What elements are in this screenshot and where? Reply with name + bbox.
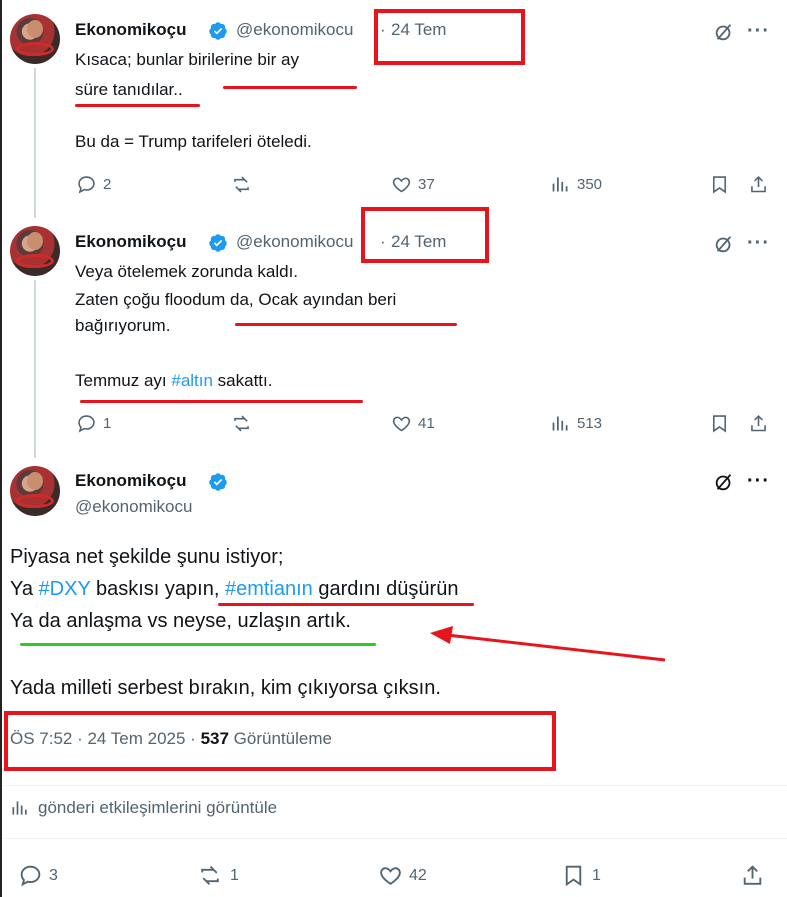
bookmark-icon[interactable] bbox=[709, 413, 730, 434]
divider bbox=[4, 838, 787, 839]
views-count: 350 bbox=[577, 176, 603, 193]
bookmark-count: 1 bbox=[592, 866, 601, 884]
like-count: 42 bbox=[409, 866, 427, 884]
verified-icon bbox=[209, 234, 227, 252]
views-button[interactable]: 513 bbox=[550, 413, 602, 434]
like-button[interactable]: 41 bbox=[391, 413, 435, 434]
main-tweet-line: Yada milleti serbest bırakın, kim çıkıyo… bbox=[10, 677, 441, 699]
like-button[interactable]: 37 bbox=[391, 174, 435, 195]
reply-button[interactable]: 3 bbox=[18, 863, 58, 888]
annotation-underline bbox=[223, 86, 357, 89]
avatar[interactable] bbox=[10, 466, 60, 516]
more-icon[interactable]: ··· bbox=[747, 21, 770, 41]
retweet-icon bbox=[201, 865, 219, 886]
share-icon[interactable] bbox=[740, 863, 765, 888]
reply-icon bbox=[20, 865, 41, 887]
hashtag-link[interactable]: #emtianın bbox=[225, 578, 313, 600]
bookmark-button[interactable]: 1 bbox=[561, 863, 601, 888]
retweet-icon bbox=[234, 176, 249, 193]
like-count: 41 bbox=[418, 415, 435, 432]
views-button[interactable]: 350 bbox=[550, 174, 602, 195]
hashtag-link[interactable]: #altın bbox=[171, 371, 213, 390]
text-span: baskısı yapın, bbox=[90, 578, 225, 600]
frame-border bbox=[0, 0, 2, 897]
views-icon bbox=[552, 416, 568, 431]
share-icon[interactable] bbox=[748, 413, 769, 434]
author-handle[interactable]: @ekonomikocu bbox=[75, 497, 192, 517]
tweet-line: süre tanıdılar.. bbox=[75, 80, 183, 99]
annotation-underline bbox=[80, 400, 363, 403]
main-tweet-line: Ya #DXY baskısı yapın, #emtianın gardını… bbox=[10, 573, 458, 605]
more-icon[interactable]: ··· bbox=[747, 233, 770, 253]
annotation-underline bbox=[218, 603, 474, 606]
grok-icon[interactable] bbox=[713, 21, 735, 43]
more-icon[interactable]: ··· bbox=[747, 471, 770, 491]
post-engagements-link[interactable]: gönderi etkileşimlerini görüntüle bbox=[10, 798, 277, 818]
retweet-icon bbox=[234, 415, 249, 432]
views-icon bbox=[12, 801, 27, 815]
retweet-button[interactable] bbox=[231, 174, 252, 195]
like-icon bbox=[392, 177, 411, 193]
annotation-underline bbox=[235, 323, 457, 326]
bookmark-icon bbox=[565, 865, 582, 887]
tweet-line: Zaten çoğu floodum da, Ocak ayından beri bbox=[75, 290, 397, 309]
author-handle[interactable]: @ekonomikocu bbox=[236, 20, 353, 40]
text-span: Temmuz ayı bbox=[75, 371, 172, 390]
avatar[interactable] bbox=[10, 14, 60, 64]
bookmark-icon[interactable] bbox=[709, 174, 730, 195]
text-span: sakattı. bbox=[212, 371, 273, 390]
thread-line bbox=[34, 280, 36, 458]
annotation-box bbox=[374, 9, 525, 65]
divider bbox=[4, 785, 787, 786]
retweet-count: 1 bbox=[230, 866, 239, 884]
tweet-line: Kısaca; bunlar birilerine bir ay bbox=[75, 50, 299, 69]
grok-icon[interactable] bbox=[713, 233, 735, 255]
retweet-button[interactable] bbox=[231, 413, 252, 434]
reply-icon bbox=[78, 415, 95, 433]
share-icon[interactable] bbox=[748, 174, 769, 195]
engagements-label: gönderi etkileşimlerini görüntüle bbox=[38, 798, 278, 817]
annotation-underline-green bbox=[20, 643, 376, 646]
text-span: Ya bbox=[10, 578, 39, 600]
author-name[interactable]: Ekonomikoçu bbox=[75, 20, 186, 40]
annotation-box bbox=[4, 711, 556, 771]
text-span: gardını düşürün bbox=[312, 578, 459, 600]
hashtag-link[interactable]: #DXY bbox=[39, 578, 91, 600]
grok-icon[interactable] bbox=[713, 471, 735, 493]
tweet-line: bağırıyorum. bbox=[75, 316, 171, 335]
reply-button[interactable]: 1 bbox=[76, 413, 111, 434]
thread-line bbox=[34, 68, 36, 218]
like-icon bbox=[392, 416, 411, 432]
author-name[interactable]: Ekonomikoçu bbox=[75, 471, 186, 491]
tweet-line: Veya ötelemek zorunda kaldı. bbox=[75, 262, 299, 281]
avatar[interactable] bbox=[10, 226, 60, 276]
views-count: 513 bbox=[577, 415, 603, 432]
views-icon bbox=[552, 177, 568, 192]
reply-icon bbox=[78, 176, 95, 194]
annotation-box bbox=[361, 207, 489, 263]
main-tweet-line: Piyasa net şekilde şunu istiyor; bbox=[10, 546, 284, 568]
retweet-button[interactable]: 1 bbox=[196, 863, 239, 888]
like-count: 37 bbox=[418, 176, 435, 193]
like-icon bbox=[380, 867, 401, 885]
author-name[interactable]: Ekonomikoçu bbox=[75, 232, 186, 252]
tweet-line: Temmuz ayı #altın sakattı. bbox=[75, 368, 272, 394]
reply-count: 3 bbox=[49, 866, 58, 884]
annotation-underline bbox=[75, 104, 200, 107]
reply-count: 1 bbox=[103, 415, 112, 432]
author-handle[interactable]: @ekonomikocu bbox=[236, 232, 353, 252]
verified-icon bbox=[209, 473, 227, 491]
reply-button[interactable]: 2 bbox=[76, 174, 111, 195]
verified-icon bbox=[209, 22, 227, 40]
annotation-arrow bbox=[430, 626, 666, 662]
main-tweet-line: Ya da anlaşma vs neyse, uzlaşın artık. bbox=[10, 610, 351, 632]
reply-count: 2 bbox=[103, 176, 112, 193]
tweet-line: Bu da = Trump tarifeleri öteledi. bbox=[75, 132, 312, 151]
like-button[interactable]: 42 bbox=[378, 863, 427, 888]
